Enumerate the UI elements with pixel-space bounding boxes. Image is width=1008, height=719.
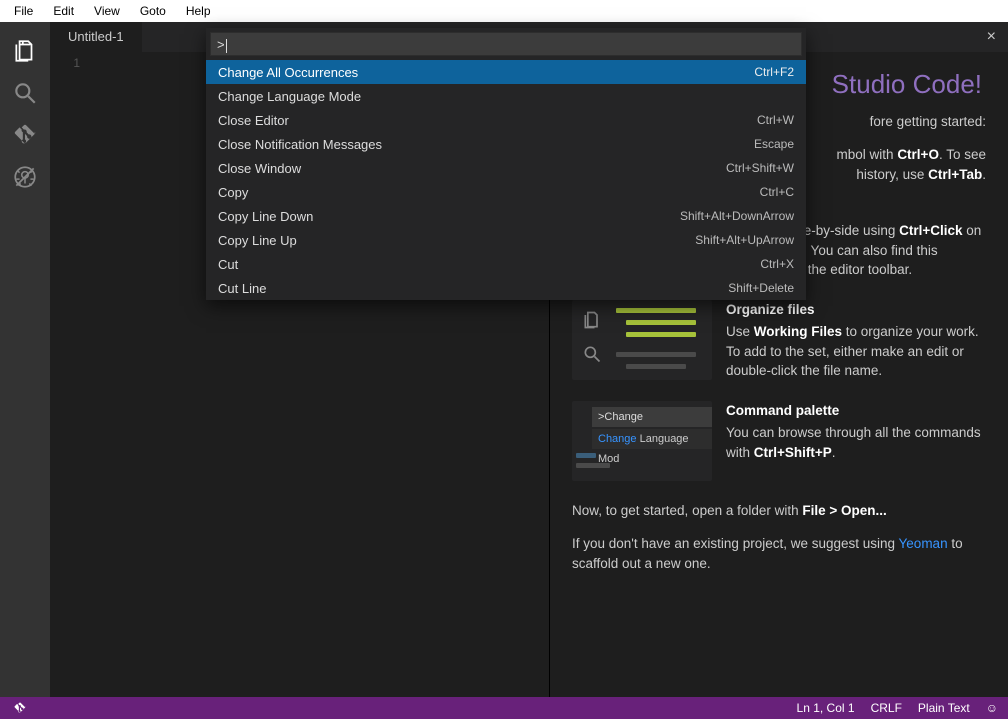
palette-item[interactable]: Copy Line UpShift+Alt+UpArrow	[206, 228, 806, 252]
activity-search[interactable]	[0, 72, 50, 114]
thumb-palette: >Change Change Language Mod	[572, 401, 712, 481]
status-eol[interactable]: CRLF	[871, 701, 902, 715]
status-git-icon[interactable]	[10, 698, 30, 718]
palette-item[interactable]: Close EditorCtrl+W	[206, 108, 806, 132]
status-language[interactable]: Plain Text	[918, 701, 970, 715]
yeoman-link[interactable]: Yeoman	[899, 536, 948, 551]
close-editor-button[interactable]: ×	[987, 28, 996, 46]
menu-help[interactable]: Help	[176, 2, 221, 20]
activity-explorer[interactable]	[0, 30, 50, 72]
search-icon	[582, 344, 602, 370]
welcome-tip-organize: Organize files Use Working Files to orga…	[572, 300, 986, 381]
command-palette-list: Change All OccurrencesCtrl+F2 Change Lan…	[206, 60, 806, 300]
welcome-outro-2: If you don't have an existing project, w…	[572, 534, 986, 573]
palette-item[interactable]: CopyCtrl+C	[206, 180, 806, 204]
activity-debug[interactable]	[0, 156, 50, 198]
command-palette: > Change All OccurrencesCtrl+F2 Change L…	[206, 28, 806, 300]
menu-goto[interactable]: Goto	[130, 2, 176, 20]
palette-item[interactable]: CutCtrl+X	[206, 252, 806, 276]
status-lncol[interactable]: Ln 1, Col 1	[797, 701, 855, 715]
menubar: File Edit View Goto Help	[0, 0, 1008, 22]
git-icon	[13, 701, 27, 715]
files-icon	[12, 38, 38, 64]
palette-item[interactable]: Close Notification MessagesEscape	[206, 132, 806, 156]
palette-item[interactable]: Change Language Mode	[206, 84, 806, 108]
palette-item[interactable]: Change All OccurrencesCtrl+F2	[206, 60, 806, 84]
status-bar: Ln 1, Col 1 CRLF Plain Text ☺	[0, 697, 1008, 719]
welcome-tip-palette: >Change Change Language Mod Command pale…	[572, 401, 986, 481]
thumb-organize	[572, 300, 712, 380]
tab-untitled-1[interactable]: Untitled-1	[50, 22, 142, 52]
search-icon	[12, 80, 38, 106]
welcome-outro-1: Now, to get started, open a folder with …	[572, 501, 986, 521]
status-feedback-icon[interactable]: ☺	[986, 701, 998, 715]
palette-item[interactable]: Close WindowCtrl+Shift+W	[206, 156, 806, 180]
line-number-1: 1	[50, 56, 98, 70]
menu-view[interactable]: View	[84, 2, 130, 20]
command-palette-input[interactable]: >	[210, 32, 802, 56]
palette-item[interactable]: Cut LineShift+Delete	[206, 276, 806, 300]
files-icon	[582, 310, 602, 336]
git-icon	[12, 122, 38, 148]
menu-file[interactable]: File	[4, 2, 43, 20]
menu-edit[interactable]: Edit	[43, 2, 84, 20]
activity-bar	[0, 22, 50, 697]
activity-git[interactable]	[0, 114, 50, 156]
palette-item[interactable]: Copy Line DownShift+Alt+DownArrow	[206, 204, 806, 228]
bug-icon	[12, 164, 38, 190]
